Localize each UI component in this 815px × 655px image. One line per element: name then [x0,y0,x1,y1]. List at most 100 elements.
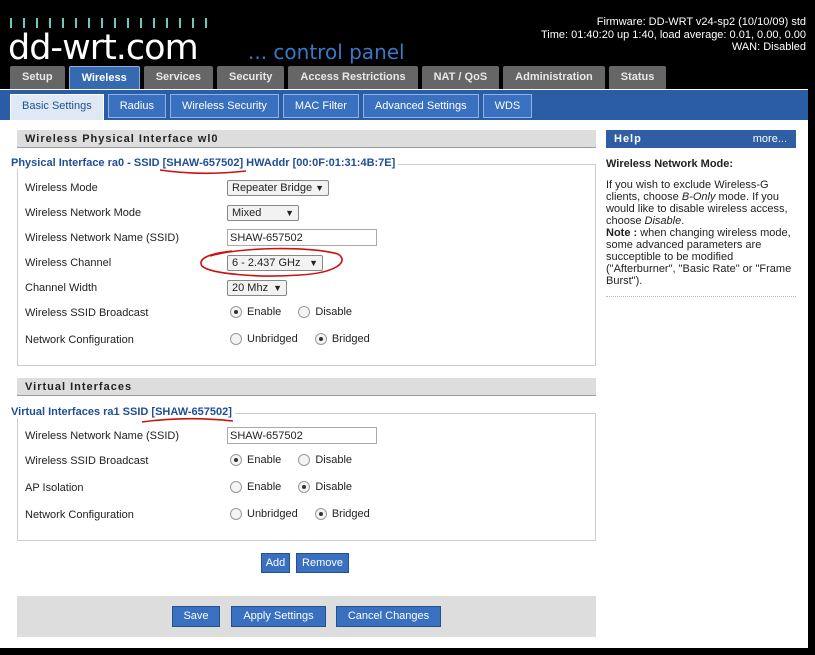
main-tabs: Setup Wireless Services Security Access … [10,66,670,92]
firmware-info: Firmware: DD-WRT v24-sp2 (10/10/09) std … [541,16,806,54]
subtab-wireless-security[interactable]: Wireless Security [169,94,279,118]
channel-select[interactable]: 6 - 2.437 GHz ▼ [227,255,323,271]
chevron-down-icon: ▼ [309,258,318,268]
network-config-label: Network Configuration [25,334,134,346]
save-button[interactable]: Save [172,606,220,627]
ssid-input[interactable] [227,229,377,246]
broadcast-enable-label: Enable [247,306,282,319]
virtual-network-config-row: Network Configuration Unbridged Bridged [25,505,595,527]
help-note-label: Note : [606,227,638,239]
unbridged-label: Unbridged [247,333,298,346]
network-mode-row: Wireless Network Mode Mixed ▼ [25,203,595,225]
virtual-broadcast-label: Wireless SSID Broadcast [25,455,149,467]
channel-value: 6 - 2.437 GHz [232,257,301,269]
ssid-broadcast-row: Wireless SSID Broadcast Enable Disable [25,303,595,325]
tab-services[interactable]: Services [143,66,213,89]
broadcast-enable-radio[interactable] [230,306,242,319]
ap-isolation-enable-radio[interactable] [230,481,242,494]
chevron-down-icon: ▼ [273,283,282,293]
channel-label: Wireless Channel [25,257,112,269]
wireless-mode-row: Wireless Mode Repeater Bridge ▼ [25,178,595,200]
subtab-basic-settings[interactable]: Basic Settings [10,94,104,121]
virtual-ssid-row: Wireless Network Name (SSID) [25,426,595,448]
help-text-em2: Disable [644,215,682,227]
wan-status: WAN: Disabled [731,41,806,53]
subtab-wds[interactable]: WDS [482,94,533,118]
ssid-row: Wireless Network Name (SSID) [25,228,595,250]
ssid-broadcast-label: Wireless SSID Broadcast [25,307,149,319]
subtab-mac-filter[interactable]: MAC Filter [282,94,359,118]
ap-isolation-row: AP Isolation Enable Disable [25,478,595,500]
logo-dots [10,18,215,28]
virtual-broadcast-disable-radio[interactable] [298,454,311,467]
bridged-radio[interactable] [314,333,327,346]
network-mode-label: Wireless Network Mode [25,207,142,219]
wireless-mode-select[interactable]: Repeater Bridge ▼ [227,180,329,196]
virtual-unbridged-label: Unbridged [247,508,298,521]
apply-settings-button[interactable]: Apply Settings [231,606,326,627]
tab-administration[interactable]: Administration [503,66,605,89]
virtual-bridged-radio[interactable] [314,508,327,521]
network-config-row: Network Configuration Unbridged Bridged [25,330,595,352]
physical-section-title: Wireless Physical Interface wl0 [17,130,596,148]
virtual-broadcast-disable-label: Disable [315,454,353,467]
ap-isolation-enable-label: Enable [247,481,282,494]
footer-bar: Save Apply Settings Cancel Changes [17,596,596,637]
network-mode-select[interactable]: Mixed ▼ [227,205,299,221]
virtual-ssid-input[interactable] [227,427,377,444]
remove-button[interactable]: Remove [296,553,349,573]
page: dd-wrt.com ... control panel Firmware: D… [0,0,815,655]
virtual-broadcast-enable-radio[interactable] [230,454,242,467]
virtual-unbridged-radio[interactable] [230,508,242,521]
bridged-label: Bridged [331,333,370,346]
wireless-mode-value: Repeater Bridge [232,182,313,194]
help-heading: Wireless Network Mode: [606,158,734,170]
help-more-link[interactable]: more... [753,130,787,148]
virtual-broadcast-row: Wireless SSID Broadcast Enable Disable [25,451,595,473]
logo: dd-wrt.com [8,28,199,68]
virtual-network-config-label: Network Configuration [25,509,134,521]
virtual-broadcast-enable-label: Enable [247,454,282,467]
sub-tab-bar: Basic Settings Radius Wireless Security … [0,89,808,121]
cancel-changes-button[interactable]: Cancel Changes [336,606,441,627]
virtual-section-title: Virtual Interfaces [17,378,596,396]
tab-nat-qos[interactable]: NAT / QoS [421,66,500,89]
ssid-label: Wireless Network Name (SSID) [25,232,180,244]
ap-isolation-disable-radio[interactable] [298,481,311,494]
channel-width-label: Channel Width [25,282,98,294]
subtab-radius[interactable]: Radius [107,94,166,118]
ap-isolation-disable-label: Disable [315,481,353,494]
help-note: Note : when changing wireless mode, some… [606,227,796,287]
unbridged-radio[interactable] [230,333,242,346]
tab-status[interactable]: Status [608,66,667,89]
physical-legend: Physical Interface ra0 - SSID [SHAW-6575… [11,157,399,169]
help-panel: Help more... Wireless Network Mode: If y… [606,130,796,297]
window-edge-bottom [0,648,808,655]
wireless-mode-label: Wireless Mode [25,182,98,194]
broadcast-disable-label: Disable [315,306,353,319]
logo-subtitle: ... control panel [248,40,405,64]
help-text: If you wish to exclude Wireless-G client… [606,179,796,227]
help-header: Help more... [606,130,796,148]
help-text-em1: B-Only [681,191,716,203]
add-button[interactable]: Add [261,553,290,573]
channel-width-select[interactable]: 20 Mhz ▼ [227,280,287,296]
tab-security[interactable]: Security [216,66,285,89]
chevron-down-icon: ▼ [315,183,324,193]
virtual-legend: Virtual Interfaces ra1 SSID [SHAW-657502… [11,406,235,418]
tab-setup[interactable]: Setup [10,66,65,89]
broadcast-disable-radio[interactable] [298,306,311,319]
channel-width-row: Channel Width 20 Mhz ▼ [25,278,595,300]
chevron-down-icon: ▼ [285,208,294,218]
ap-isolation-label: AP Isolation [25,482,84,494]
sub-tabs: Basic Settings Radius Wireless Security … [10,94,536,121]
network-mode-value: Mixed [232,207,262,219]
help-text-3: . [681,215,685,227]
tab-access-restrictions[interactable]: Access Restrictions [288,66,418,89]
subtab-advanced-settings[interactable]: Advanced Settings [362,94,479,118]
channel-width-value: 20 Mhz [232,282,269,294]
virtual-bridged-label: Bridged [331,508,370,521]
help-body: Wireless Network Mode: If you wish to ex… [606,148,796,297]
header: dd-wrt.com ... control panel Firmware: D… [0,0,815,92]
help-title: Help [614,133,642,145]
